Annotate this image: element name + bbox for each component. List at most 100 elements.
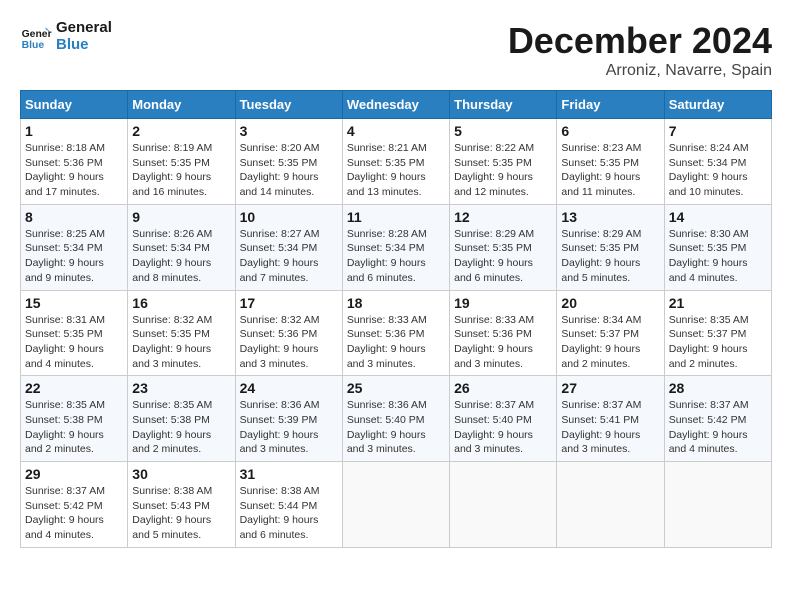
calendar-cell [450,462,557,548]
day-number: 29 [25,466,123,482]
day-number: 11 [347,209,445,225]
month-title: December 2024 [508,20,772,62]
day-info: Sunrise: 8:23 AM Sunset: 5:35 PM Dayligh… [561,141,659,200]
calendar-cell: 8 Sunrise: 8:25 AM Sunset: 5:34 PM Dayli… [21,204,128,290]
day-info: Sunrise: 8:37 AM Sunset: 5:42 PM Dayligh… [25,484,123,543]
calendar-cell [664,462,771,548]
col-header-wednesday: Wednesday [342,91,449,119]
day-info: Sunrise: 8:35 AM Sunset: 5:37 PM Dayligh… [669,313,767,372]
day-info: Sunrise: 8:21 AM Sunset: 5:35 PM Dayligh… [347,141,445,200]
day-number: 2 [132,123,230,139]
day-info: Sunrise: 8:29 AM Sunset: 5:35 PM Dayligh… [454,227,552,286]
day-number: 30 [132,466,230,482]
day-info: Sunrise: 8:34 AM Sunset: 5:37 PM Dayligh… [561,313,659,372]
day-info: Sunrise: 8:30 AM Sunset: 5:35 PM Dayligh… [669,227,767,286]
svg-text:General: General [22,29,52,40]
day-info: Sunrise: 8:37 AM Sunset: 5:42 PM Dayligh… [669,398,767,457]
day-info: Sunrise: 8:33 AM Sunset: 5:36 PM Dayligh… [454,313,552,372]
calendar-cell [557,462,664,548]
logo-blue: Blue [56,37,112,54]
calendar-cell: 4 Sunrise: 8:21 AM Sunset: 5:35 PM Dayli… [342,119,449,205]
day-info: Sunrise: 8:18 AM Sunset: 5:36 PM Dayligh… [25,141,123,200]
day-info: Sunrise: 8:33 AM Sunset: 5:36 PM Dayligh… [347,313,445,372]
calendar-cell: 3 Sunrise: 8:20 AM Sunset: 5:35 PM Dayli… [235,119,342,205]
day-info: Sunrise: 8:32 AM Sunset: 5:35 PM Dayligh… [132,313,230,372]
calendar-table: SundayMondayTuesdayWednesdayThursdayFrid… [20,90,772,548]
calendar-cell: 20 Sunrise: 8:34 AM Sunset: 5:37 PM Dayl… [557,290,664,376]
day-number: 25 [347,380,445,396]
calendar-cell: 23 Sunrise: 8:35 AM Sunset: 5:38 PM Dayl… [128,376,235,462]
calendar-cell: 7 Sunrise: 8:24 AM Sunset: 5:34 PM Dayli… [664,119,771,205]
day-number: 16 [132,295,230,311]
calendar-cell: 29 Sunrise: 8:37 AM Sunset: 5:42 PM Dayl… [21,462,128,548]
calendar-cell [342,462,449,548]
calendar-cell: 22 Sunrise: 8:35 AM Sunset: 5:38 PM Dayl… [21,376,128,462]
col-header-monday: Monday [128,91,235,119]
calendar-cell: 30 Sunrise: 8:38 AM Sunset: 5:43 PM Dayl… [128,462,235,548]
calendar-cell: 5 Sunrise: 8:22 AM Sunset: 5:35 PM Dayli… [450,119,557,205]
day-number: 14 [669,209,767,225]
day-info: Sunrise: 8:25 AM Sunset: 5:34 PM Dayligh… [25,227,123,286]
calendar-cell: 1 Sunrise: 8:18 AM Sunset: 5:36 PM Dayli… [21,119,128,205]
day-info: Sunrise: 8:20 AM Sunset: 5:35 PM Dayligh… [240,141,338,200]
day-number: 23 [132,380,230,396]
day-number: 4 [347,123,445,139]
day-info: Sunrise: 8:38 AM Sunset: 5:43 PM Dayligh… [132,484,230,543]
day-number: 8 [25,209,123,225]
title-block: December 2024 Arroniz, Navarre, Spain [508,20,772,80]
day-number: 7 [669,123,767,139]
day-info: Sunrise: 8:35 AM Sunset: 5:38 PM Dayligh… [132,398,230,457]
day-info: Sunrise: 8:37 AM Sunset: 5:41 PM Dayligh… [561,398,659,457]
day-info: Sunrise: 8:26 AM Sunset: 5:34 PM Dayligh… [132,227,230,286]
calendar-cell: 14 Sunrise: 8:30 AM Sunset: 5:35 PM Dayl… [664,204,771,290]
day-number: 18 [347,295,445,311]
day-number: 22 [25,380,123,396]
day-info: Sunrise: 8:35 AM Sunset: 5:38 PM Dayligh… [25,398,123,457]
calendar-cell: 25 Sunrise: 8:36 AM Sunset: 5:40 PM Dayl… [342,376,449,462]
day-info: Sunrise: 8:37 AM Sunset: 5:40 PM Dayligh… [454,398,552,457]
day-number: 12 [454,209,552,225]
col-header-sunday: Sunday [21,91,128,119]
day-info: Sunrise: 8:36 AM Sunset: 5:39 PM Dayligh… [240,398,338,457]
col-header-thursday: Thursday [450,91,557,119]
day-number: 3 [240,123,338,139]
calendar-cell: 24 Sunrise: 8:36 AM Sunset: 5:39 PM Dayl… [235,376,342,462]
day-number: 20 [561,295,659,311]
day-number: 28 [669,380,767,396]
calendar-cell: 18 Sunrise: 8:33 AM Sunset: 5:36 PM Dayl… [342,290,449,376]
day-number: 6 [561,123,659,139]
calendar-cell: 19 Sunrise: 8:33 AM Sunset: 5:36 PM Dayl… [450,290,557,376]
calendar-cell: 16 Sunrise: 8:32 AM Sunset: 5:35 PM Dayl… [128,290,235,376]
day-info: Sunrise: 8:19 AM Sunset: 5:35 PM Dayligh… [132,141,230,200]
day-number: 15 [25,295,123,311]
day-number: 10 [240,209,338,225]
day-info: Sunrise: 8:24 AM Sunset: 5:34 PM Dayligh… [669,141,767,200]
day-number: 24 [240,380,338,396]
col-header-friday: Friday [557,91,664,119]
calendar-cell: 27 Sunrise: 8:37 AM Sunset: 5:41 PM Dayl… [557,376,664,462]
calendar-cell: 6 Sunrise: 8:23 AM Sunset: 5:35 PM Dayli… [557,119,664,205]
location-subtitle: Arroniz, Navarre, Spain [508,62,772,80]
day-info: Sunrise: 8:27 AM Sunset: 5:34 PM Dayligh… [240,227,338,286]
day-number: 1 [25,123,123,139]
col-header-tuesday: Tuesday [235,91,342,119]
day-info: Sunrise: 8:38 AM Sunset: 5:44 PM Dayligh… [240,484,338,543]
day-info: Sunrise: 8:28 AM Sunset: 5:34 PM Dayligh… [347,227,445,286]
calendar-cell: 26 Sunrise: 8:37 AM Sunset: 5:40 PM Dayl… [450,376,557,462]
day-number: 27 [561,380,659,396]
logo-general: General [56,20,112,37]
day-number: 19 [454,295,552,311]
day-number: 13 [561,209,659,225]
day-info: Sunrise: 8:22 AM Sunset: 5:35 PM Dayligh… [454,141,552,200]
calendar-cell: 31 Sunrise: 8:38 AM Sunset: 5:44 PM Dayl… [235,462,342,548]
logo-icon: General Blue [20,21,52,53]
day-info: Sunrise: 8:31 AM Sunset: 5:35 PM Dayligh… [25,313,123,372]
calendar-cell: 13 Sunrise: 8:29 AM Sunset: 5:35 PM Dayl… [557,204,664,290]
calendar-cell: 21 Sunrise: 8:35 AM Sunset: 5:37 PM Dayl… [664,290,771,376]
calendar-cell: 28 Sunrise: 8:37 AM Sunset: 5:42 PM Dayl… [664,376,771,462]
day-number: 26 [454,380,552,396]
calendar-cell: 15 Sunrise: 8:31 AM Sunset: 5:35 PM Dayl… [21,290,128,376]
calendar-cell: 9 Sunrise: 8:26 AM Sunset: 5:34 PM Dayli… [128,204,235,290]
day-info: Sunrise: 8:29 AM Sunset: 5:35 PM Dayligh… [561,227,659,286]
day-info: Sunrise: 8:32 AM Sunset: 5:36 PM Dayligh… [240,313,338,372]
